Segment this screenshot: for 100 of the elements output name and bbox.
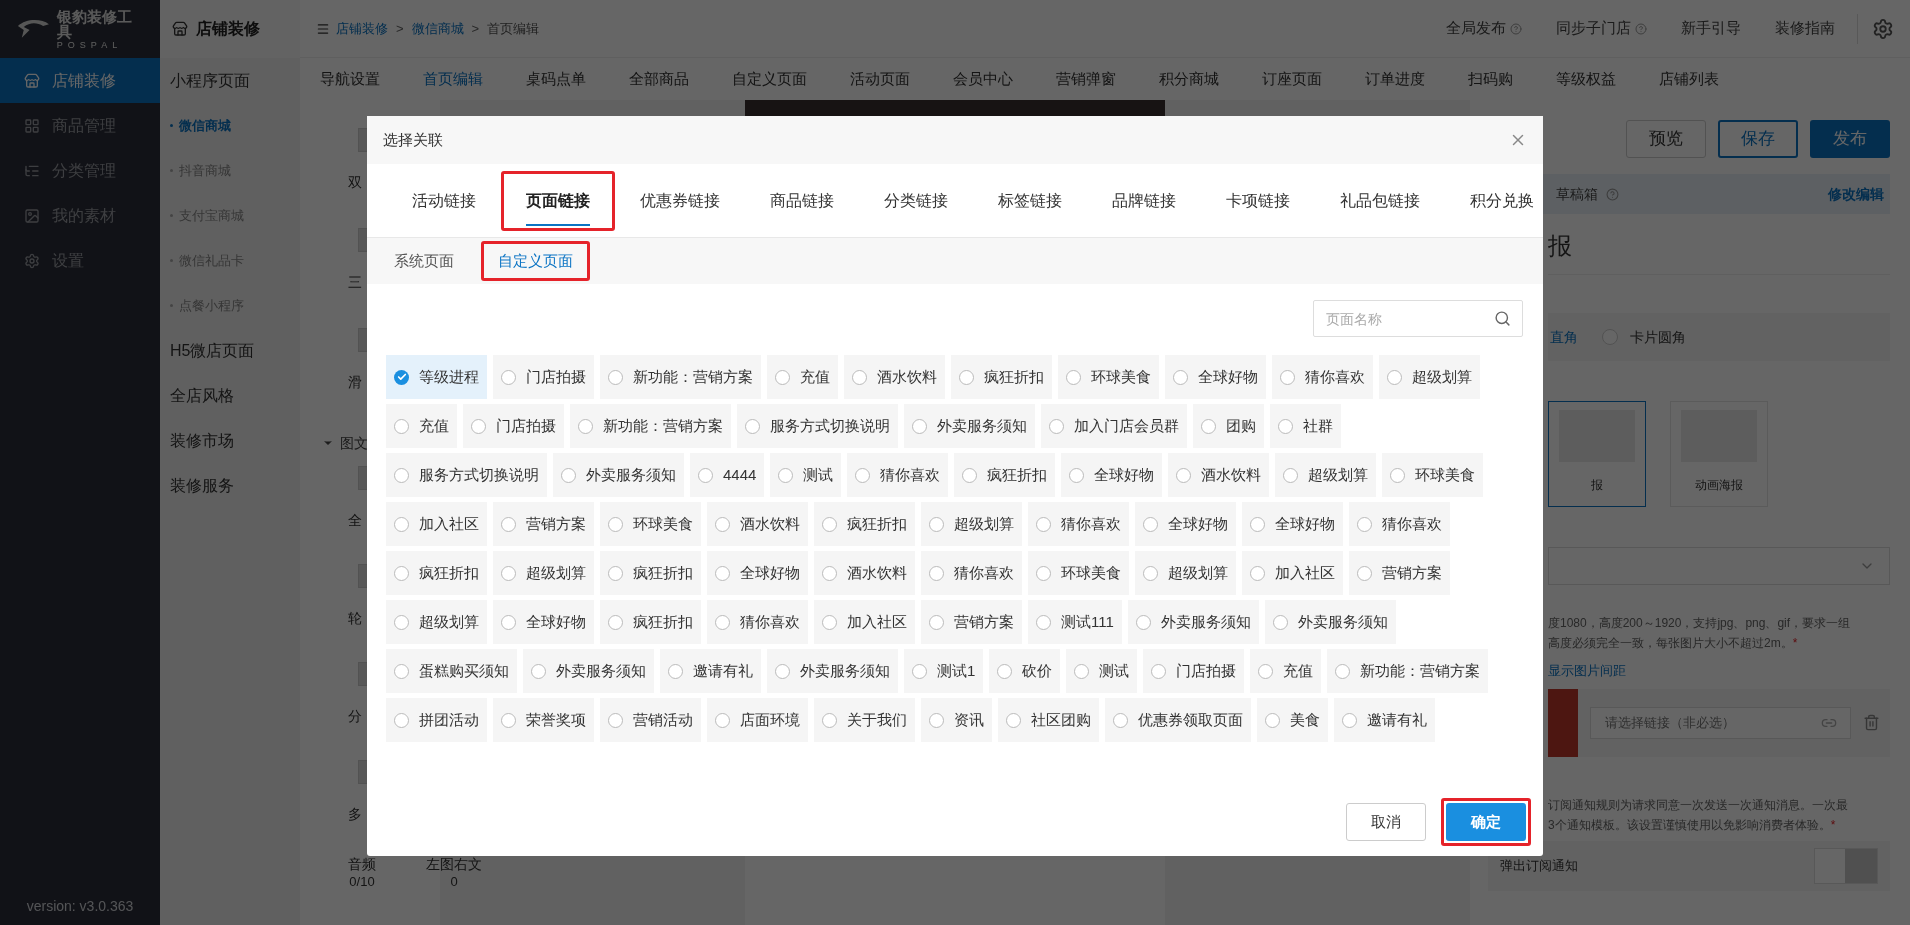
trash-icon[interactable] [1863,714,1880,731]
page-option[interactable]: 店面环境 [707,698,808,742]
page-option[interactable]: 外卖服务须知 [767,649,898,693]
page-option[interactable]: 外卖服务须知 [904,404,1035,448]
page-option[interactable]: 超级划算 [1379,355,1480,399]
page-option[interactable]: 超级划算 [1275,453,1377,497]
select-field[interactable] [1548,547,1890,585]
page-option[interactable]: 营销方案 [1349,551,1450,595]
page-option[interactable]: 酒水饮料 [814,551,915,595]
link-tab[interactable]: 标签链接 [978,175,1082,226]
page-option[interactable]: 疯狂折扣 [600,600,701,644]
page-option[interactable]: 充值 [767,355,838,399]
page-option[interactable]: 服务方式切换说明 [737,404,898,448]
page-option[interactable]: 全球好物 [1242,502,1343,546]
link-tab[interactable]: 活动链接 [392,175,496,226]
page-option[interactable]: 测试1 [904,649,984,693]
page-option[interactable]: 营销方案 [493,502,594,546]
page-option[interactable]: 猜你喜欢 [1349,502,1450,546]
link-tab[interactable]: 优惠券链接 [620,175,740,226]
settings-icon[interactable] [1872,17,1894,40]
page-option[interactable]: 门店拍摄 [463,404,564,448]
page-option[interactable]: 猜你喜欢 [847,453,949,497]
page-option[interactable]: 美食 [1257,698,1328,742]
page-option[interactable]: 团购 [1193,404,1264,448]
link-tab[interactable]: 卡项链接 [1206,175,1310,226]
page-option[interactable]: 4444 [690,453,765,497]
page-option[interactable]: 环球美食 [1058,355,1159,399]
page-type-tab[interactable]: 系统页面 [382,246,466,276]
page-option[interactable]: 新功能：营销方案 [570,404,731,448]
page-option[interactable]: 优惠券领取页面 [1105,698,1251,742]
page-option[interactable]: 外卖服务须知 [1264,600,1396,644]
page-option[interactable]: 加入门店会员群 [1041,404,1187,448]
page-option[interactable]: 疯狂折扣 [814,502,915,546]
page-option[interactable]: 猜你喜欢 [1272,355,1373,399]
page-option[interactable]: 营销活动 [600,698,701,742]
page-option[interactable]: 拼团活动 [386,698,487,742]
page-option[interactable]: 外卖服务须知 [553,453,684,497]
page-option[interactable]: 外卖服务须知 [523,649,654,693]
page-option[interactable]: 全球好物 [493,600,594,644]
page-option[interactable]: 全球好物 [1135,502,1236,546]
help-icon [1635,22,1647,35]
page-option[interactable]: 新功能：营销方案 [600,355,761,399]
page-option[interactable]: 资讯 [921,698,992,742]
page-option[interactable]: 全球好物 [1061,453,1163,497]
page-option[interactable]: 环球美食 [600,502,701,546]
page-option[interactable]: 测试 [1066,649,1138,693]
link-tab[interactable]: 分类链接 [864,175,968,226]
radio-icon [1176,467,1192,483]
page-option[interactable]: 门店拍摄 [1143,649,1245,693]
page-option[interactable]: 疯狂折扣 [386,551,487,595]
page-option[interactable]: 酒水饮料 [1168,453,1270,497]
page-option[interactable]: 加入社区 [814,600,915,644]
search-field[interactable]: 页面名称 [1313,300,1523,337]
page-option[interactable]: 全球好物 [1165,355,1266,399]
page-option[interactable]: 服务方式切换说明 [386,453,547,497]
page-option[interactable]: 酒水饮料 [707,502,808,546]
page-option[interactable]: 疯狂折扣 [600,551,701,595]
page-option[interactable]: 超级划算 [921,502,1022,546]
page-option[interactable]: 邀请有礼 [660,649,761,693]
page-option[interactable]: 环球美食 [1382,453,1484,497]
page-option[interactable]: 蛋糕购买须知 [386,649,517,693]
page-option[interactable]: 测试111 [1028,600,1122,644]
page-option[interactable]: 猜你喜欢 [921,551,1022,595]
page-option[interactable]: 砍价 [989,649,1061,693]
page-option[interactable]: 测试 [770,453,842,497]
page-option[interactable]: 外卖服务须知 [1127,600,1259,644]
radio-icon [822,712,837,728]
image-icon [24,207,40,224]
page-option[interactable]: 充值 [386,404,457,448]
link-tab[interactable]: 页面链接 [506,175,610,226]
page-option[interactable]: 荣誉奖项 [493,698,594,742]
page-option[interactable]: 社群 [1270,404,1341,448]
page-option[interactable]: 环球美食 [1028,551,1129,595]
page-option[interactable]: 猜你喜欢 [707,600,808,644]
link-tab[interactable]: 商品链接 [750,175,854,226]
page-option[interactable]: 加入社区 [1242,551,1343,595]
page-option[interactable]: 门店拍摄 [493,355,594,399]
link-tab[interactable]: 品牌链接 [1092,175,1196,226]
page-option[interactable]: 全球好物 [707,551,808,595]
cancel-button[interactable]: 取消 [1346,803,1426,841]
link-tab[interactable]: 积分兑换 [1450,175,1554,226]
page-option[interactable]: 超级划算 [1135,551,1236,595]
page-option[interactable]: 疯狂折扣 [954,453,1056,497]
page-option[interactable]: 社区团购 [998,698,1099,742]
page-option[interactable]: 超级划算 [386,600,487,644]
grid-icon [24,117,40,134]
page-option[interactable]: 超级划算 [493,551,594,595]
page-option[interactable]: 新功能：营销方案 [1327,649,1489,693]
page-option[interactable]: 疯狂折扣 [951,355,1052,399]
page-type-tab[interactable]: 自定义页面 [486,246,585,276]
page-option[interactable]: 酒水饮料 [844,355,945,399]
page-option[interactable]: 等级进程 [386,355,487,399]
link-tab[interactable]: 礼品包链接 [1320,175,1440,226]
page-option[interactable]: 营销方案 [921,600,1022,644]
page-option[interactable]: 邀请有礼 [1334,698,1435,742]
page-option[interactable]: 猜你喜欢 [1028,502,1129,546]
page-option[interactable]: 加入社区 [386,502,487,546]
menu-icon[interactable] [316,21,330,36]
page-option[interactable]: 充值 [1250,649,1322,693]
page-option[interactable]: 关于我们 [814,698,915,742]
